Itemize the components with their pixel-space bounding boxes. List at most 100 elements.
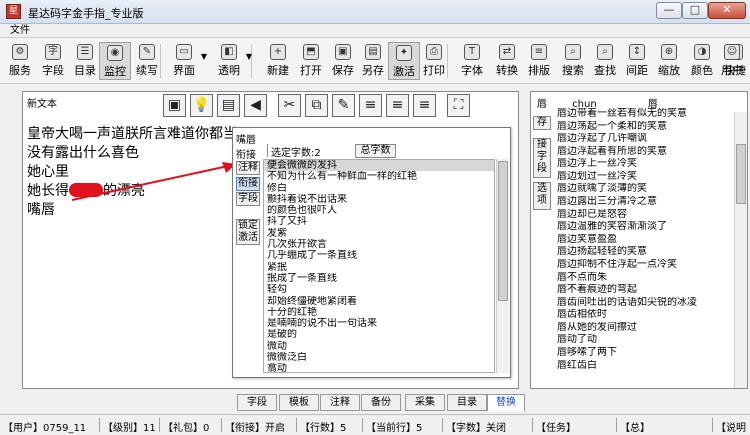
- suggestion-item[interactable]: 微动: [264, 341, 494, 352]
- toolbar-button-12[interactable]: ⎙ 打印: [418, 42, 450, 80]
- suggestion-item[interactable]: 几乎绷成了一条直线: [264, 250, 494, 261]
- phrase-item[interactable]: 唇边划过一丝冷笑: [555, 171, 731, 184]
- suggestion-item[interactable]: 抖了又抖: [264, 216, 494, 227]
- toolbar-button-3[interactable]: ◉ 监控: [99, 42, 131, 80]
- menu-file[interactable]: 文件: [10, 24, 30, 38]
- toolbar-button-10[interactable]: ▤ 另存: [357, 42, 389, 80]
- align-center-icon[interactable]: ≡: [386, 94, 409, 117]
- toolbar-button-11[interactable]: ✦ 激活: [388, 42, 420, 80]
- phrase-item[interactable]: 唇哆嗦了两下: [555, 347, 731, 360]
- phrase-item[interactable]: 唇动了动: [555, 334, 731, 347]
- suggestion-item[interactable]: 紧抿: [264, 262, 494, 273]
- toolbar-button-5[interactable]: ▭ 界面: [168, 42, 200, 80]
- store-button[interactable]: 存: [533, 116, 551, 130]
- edit-doc-icon[interactable]: ✎: [332, 94, 355, 117]
- tab-0[interactable]: 字段: [237, 394, 277, 411]
- phrase-item[interactable]: 唇齿间吐出的话语如尖锐的冰凌: [555, 297, 731, 310]
- toolbar-button-19[interactable]: ⊕ 缩放: [653, 42, 685, 80]
- toolbar-button-9[interactable]: ▣ 保存: [327, 42, 359, 80]
- maximize-button[interactable]: □: [682, 2, 708, 19]
- toolbar-button-15[interactable]: ≡ 排版: [523, 42, 555, 80]
- minimize-button[interactable]: —: [656, 2, 682, 19]
- toolbar-button-4[interactable]: ✎ 续写: [131, 42, 163, 80]
- phrase-item[interactable]: 唇边却已是怒容: [555, 209, 731, 222]
- suggestion-item[interactable]: 几次张开欲言: [264, 239, 494, 250]
- fullscreen-icon[interactable]: ⛶: [447, 94, 470, 117]
- tab-1[interactable]: 模板: [279, 394, 319, 411]
- suggestion-item[interactable]: 的颜色也很吓人: [264, 205, 494, 216]
- suggestion-item[interactable]: 发紫: [264, 228, 494, 239]
- phrase-item[interactable]: 唇边露出三分清冷之意: [555, 196, 731, 209]
- toolbar-button-0[interactable]: ⚙ 服务: [4, 42, 36, 80]
- phrase-item[interactable]: 唇不点而朱: [555, 272, 731, 285]
- lock-activate-button[interactable]: 锁定 激活: [236, 219, 260, 245]
- save-disk-icon[interactable]: ▣: [163, 94, 186, 117]
- phrase-item[interactable]: 唇边温雅的笑容渐渐淡了: [555, 221, 731, 234]
- phrase-item[interactable]: 唇从她的发间擦过: [555, 322, 731, 335]
- phrase-item[interactable]: 唇边浮起了几许嘲讽: [555, 133, 731, 146]
- toolbar-button-8[interactable]: ⬒ 打开: [295, 42, 327, 80]
- suggestion-item[interactable]: 轻勾: [264, 284, 494, 295]
- close-button[interactable]: ✕: [708, 2, 746, 19]
- phrase-list[interactable]: 唇边带着一丝若有似无的笑意 唇边荡起一个柔和的笑意 唇边浮起了几许嘲讽 唇边浮起着有所…: [555, 108, 731, 388]
- toolbar-button-1[interactable]: 字字段: [37, 42, 69, 80]
- suggestion-list[interactable]: 便会微微的发抖 不知为什么有一种鲜血一样的红艳 修白 颤抖着说不出话来 的颜色也很吓人抖…: [263, 159, 495, 373]
- suggestion-item[interactable]: 颤抖着说不出话来: [264, 194, 494, 205]
- scroll-thumb[interactable]: [498, 161, 508, 301]
- suggestion-item[interactable]: 微微泛白: [264, 352, 494, 363]
- tab-3[interactable]: 备份: [361, 394, 401, 411]
- toolbar-button-14[interactable]: ⇄ 转换: [491, 42, 523, 80]
- dropdown-arrow-button[interactable]: ▼: [198, 42, 210, 80]
- phrase-item[interactable]: 唇齿相依时: [555, 309, 731, 322]
- phrase-item[interactable]: 唇边浮上一丝冷笑: [555, 158, 731, 171]
- tab-6[interactable]: 替换: [487, 394, 525, 411]
- phrase-item[interactable]: 唇红齿白: [555, 360, 731, 373]
- copy-icon[interactable]: ⧉: [305, 94, 328, 117]
- align-left-icon[interactable]: ≡: [359, 94, 382, 117]
- scroll-thumb[interactable]: [736, 144, 746, 204]
- note-button[interactable]: 注释: [236, 161, 260, 175]
- suggestion-item[interactable]: 不知为什么有一种鲜血一样的红艳: [264, 171, 494, 182]
- suggestion-item[interactable]: 是喃喃的说不出一句话来: [264, 318, 494, 329]
- toolbar-button-13[interactable]: T 字体: [456, 42, 488, 80]
- phrase-item[interactable]: 唇边带着一丝若有似无的笑意: [555, 108, 731, 121]
- phrase-item[interactable]: 唇边笑意盈盈: [555, 234, 731, 247]
- suggestion-item[interactable]: 却始终僵硬地紧闭着: [264, 296, 494, 307]
- suggestion-item[interactable]: 是破的: [264, 329, 494, 340]
- toolbar-button-7[interactable]: + 新建: [262, 42, 294, 80]
- back-arrow-icon[interactable]: ◀: [244, 94, 267, 117]
- suggestion-item[interactable]: 十分的红艳: [264, 307, 494, 318]
- suggestion-item[interactable]: 修白: [264, 183, 494, 194]
- field-button[interactable]: 字段: [236, 192, 260, 206]
- scissors-icon[interactable]: ✂: [278, 94, 301, 117]
- tab-2[interactable]: 注释: [320, 394, 360, 411]
- phrase-item[interactable]: 唇边抑制不住浮起一点冷笑: [555, 259, 731, 272]
- align-right-icon[interactable]: ≡: [413, 94, 436, 117]
- phrase-item[interactable]: 唇边就噙了淡薄的笑: [555, 183, 731, 196]
- toolbar-button-17[interactable]: ⌕ 查找: [589, 42, 621, 80]
- link-field-button[interactable]: 接字段: [533, 138, 551, 178]
- phrase-scrollbar[interactable]: [734, 112, 747, 388]
- suggestion-item[interactable]: 便会微微的发抖: [264, 160, 494, 172]
- suggestion-item[interactable]: 翕动: [264, 363, 494, 372]
- total-count-button[interactable]: 总字数: [355, 144, 396, 158]
- tab-4[interactable]: 采集: [405, 394, 445, 411]
- popup-scrollbar[interactable]: [496, 159, 509, 373]
- toolbar-button-20[interactable]: ◑ 颜色: [686, 42, 718, 80]
- toolbar-button-18[interactable]: ↕ 间距: [621, 42, 653, 80]
- toolbar-button-2[interactable]: ☰ 目录: [69, 42, 101, 80]
- lightbulb-icon[interactable]: 💡: [190, 94, 213, 117]
- suggestion-item[interactable]: 抿成了一条直线: [264, 273, 494, 284]
- dropdown-arrow-button[interactable]: ▼: [243, 42, 255, 80]
- document-icon[interactable]: ▤: [217, 94, 240, 117]
- toolbar-button-22[interactable]: ☺ 用户: [716, 42, 748, 80]
- options-button[interactable]: 选项: [533, 182, 551, 210]
- phrase-item[interactable]: 唇不着痕迹的弯起: [555, 284, 731, 297]
- tab-5[interactable]: 目录: [447, 394, 487, 411]
- link-button[interactable]: 衔接: [236, 177, 260, 191]
- toolbar-button-16[interactable]: ⌕ 搜索: [557, 42, 589, 80]
- toolbar-button-6[interactable]: ◧ 透明: [213, 42, 245, 80]
- phrase-item[interactable]: 唇边荡起一个柔和的笑意: [555, 121, 731, 134]
- phrase-item[interactable]: 唇边扬起轻轻的笑意: [555, 246, 731, 259]
- phrase-item[interactable]: 唇边浮起着有所思的笑意: [555, 146, 731, 159]
